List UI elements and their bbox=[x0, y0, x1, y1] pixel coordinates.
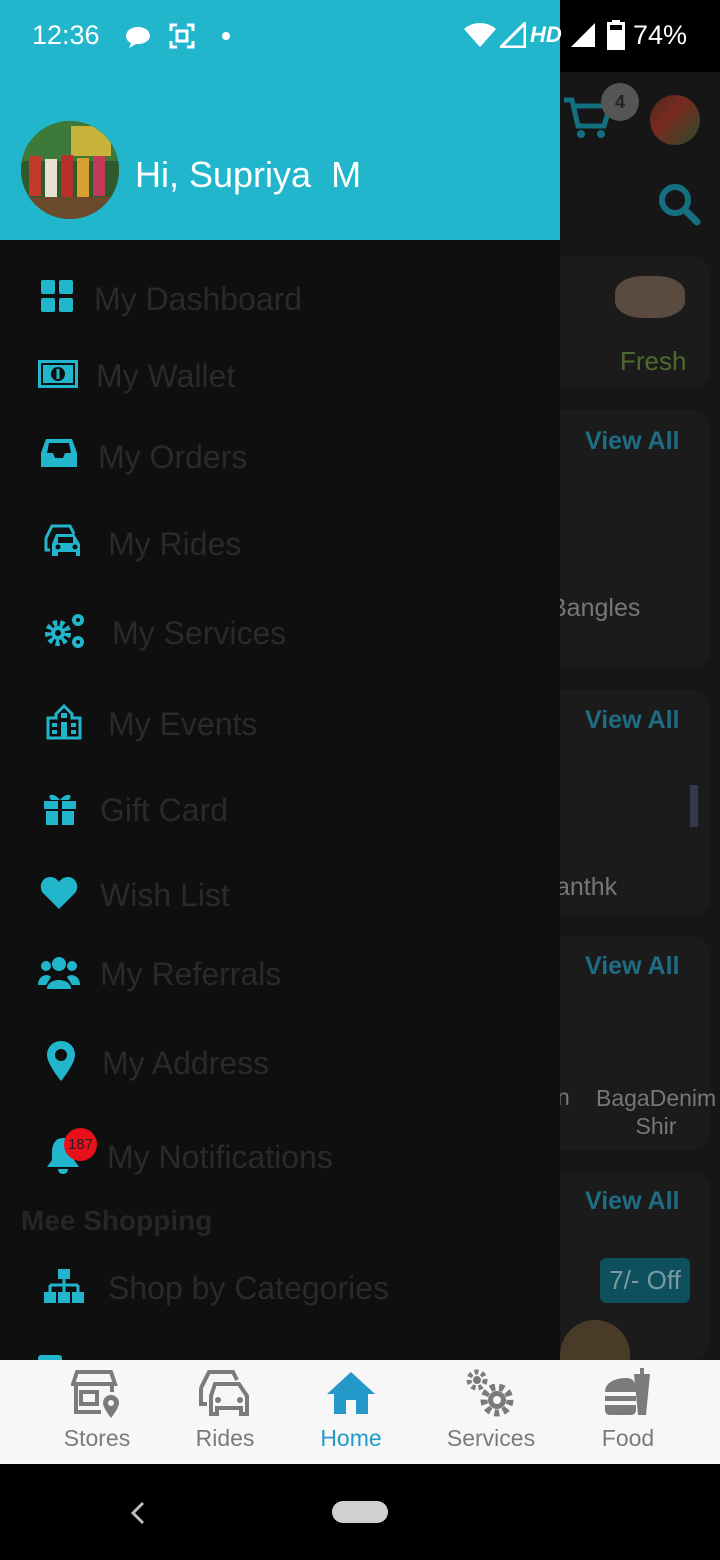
menu-item-wish-list[interactable]: Wish List bbox=[0, 860, 560, 930]
back-icon[interactable] bbox=[128, 1500, 148, 1526]
menu-item-shop-by-categories[interactable]: Shop by Categories bbox=[0, 1252, 560, 1322]
nav-label: Stores bbox=[63, 1425, 131, 1451]
cart-badge: 4 bbox=[601, 83, 639, 121]
nav-home[interactable]: Home bbox=[296, 1360, 406, 1464]
home-icon bbox=[327, 1372, 375, 1414]
signal-icon bbox=[500, 22, 526, 48]
building-icon bbox=[46, 704, 82, 740]
fresh-seafood-image bbox=[615, 276, 685, 318]
navigation-drawer: Hi, Supriya M My Dashboard My Wallet My … bbox=[0, 0, 560, 1360]
product-name: Bangles bbox=[550, 594, 641, 622]
view-all-link[interactable]: View All bbox=[585, 952, 679, 981]
nav-label: Food bbox=[601, 1425, 655, 1451]
menu-label: My Dashboard bbox=[94, 281, 303, 317]
drawer-header: Hi, Supriya M bbox=[0, 72, 560, 240]
menu-label: My Orders bbox=[98, 439, 248, 475]
screen: 4 Fresh View All Bangles View All anthk … bbox=[0, 0, 720, 1560]
user-avatar[interactable] bbox=[21, 121, 119, 219]
section-title-mee-shopping: Mee Shopping bbox=[21, 1205, 213, 1236]
menu-item-my-events[interactable]: My Events bbox=[0, 688, 560, 758]
battery-icon bbox=[607, 20, 625, 50]
user-greeting: Hi, Supriya M bbox=[135, 154, 362, 195]
food-icon bbox=[605, 1368, 650, 1415]
system-navigation-bar bbox=[0, 1464, 720, 1560]
menu-label: My Wallet bbox=[96, 358, 236, 394]
wifi-icon bbox=[464, 23, 496, 47]
car-icon bbox=[44, 524, 80, 556]
users-icon bbox=[38, 957, 80, 989]
menu-label: My Notifications bbox=[107, 1139, 333, 1175]
menu-item-gift-card[interactable]: Gift Card bbox=[0, 776, 560, 846]
sitemap-icon bbox=[44, 1269, 84, 1303]
product-thumbnail bbox=[690, 785, 698, 827]
gears-icon bbox=[45, 614, 84, 648]
dot-indicator bbox=[222, 32, 230, 40]
menu-label: Wish List bbox=[100, 877, 230, 913]
menu-label: My Address bbox=[102, 1045, 270, 1081]
nav-label: Home bbox=[320, 1425, 382, 1451]
menu-label: Gift Card bbox=[100, 792, 229, 828]
view-all-link[interactable]: View All bbox=[585, 706, 679, 735]
dashboard-icon bbox=[41, 280, 73, 312]
nav-label: Services bbox=[446, 1425, 536, 1451]
battery-level: 74% bbox=[633, 20, 688, 50]
car-icon bbox=[199, 1370, 249, 1416]
home-pill[interactable] bbox=[332, 1501, 388, 1523]
profile-avatar-small[interactable] bbox=[650, 95, 700, 145]
signal-icon bbox=[571, 23, 595, 47]
status-bar: 12:36 HD 74% bbox=[0, 0, 720, 72]
chat-icon bbox=[126, 27, 150, 48]
menu-item-my-rides[interactable]: My Rides bbox=[0, 508, 560, 578]
menu-item-my-wallet[interactable]: My Wallet bbox=[0, 342, 560, 412]
view-all-link[interactable]: View All bbox=[585, 427, 679, 456]
product-name: anthk bbox=[556, 873, 618, 901]
view-all-link[interactable]: View All bbox=[585, 1187, 679, 1216]
nav-food[interactable]: Food bbox=[573, 1360, 683, 1464]
network-type: HD bbox=[530, 22, 562, 47]
location-icon bbox=[47, 1041, 75, 1081]
nav-services[interactable]: Services bbox=[436, 1360, 546, 1464]
store-icon bbox=[71, 1370, 119, 1418]
menu-item-my-orders[interactable]: My Orders bbox=[0, 421, 560, 491]
menu-label: My Referrals bbox=[100, 956, 282, 992]
notification-count-badge: 187 bbox=[64, 1128, 97, 1161]
gift-icon bbox=[44, 794, 76, 825]
scan-icon bbox=[169, 23, 195, 49]
status-time: 12:36 bbox=[32, 20, 100, 50]
menu-label: My Services bbox=[112, 615, 287, 651]
search-icon[interactable] bbox=[657, 182, 701, 226]
inbox-icon bbox=[41, 439, 77, 467]
menu-label: My Rides bbox=[108, 526, 242, 562]
gears-icon bbox=[466, 1369, 514, 1417]
nav-stores[interactable]: Stores bbox=[42, 1360, 152, 1464]
nav-label: Rides bbox=[195, 1425, 255, 1451]
menu-label: My Events bbox=[108, 706, 258, 742]
product-name: BagaDenim Shir bbox=[596, 1085, 716, 1139]
menu-item-my-referrals[interactable]: My Referrals bbox=[0, 939, 560, 1009]
menu-item-my-dashboard[interactable]: My Dashboard bbox=[0, 265, 560, 335]
heart-icon bbox=[40, 877, 78, 909]
menu-item-my-address[interactable]: My Address bbox=[0, 1028, 560, 1098]
menu-item-my-services[interactable]: My Services bbox=[0, 597, 560, 667]
menu-label: Shop by Categories bbox=[108, 1270, 390, 1306]
fresh-label: Fresh bbox=[620, 346, 687, 376]
bottom-navigation: Stores Rides Home Services Food bbox=[0, 1360, 720, 1464]
offer-badge: 7/- Off bbox=[600, 1258, 690, 1303]
wallet-icon bbox=[38, 360, 78, 388]
nav-rides[interactable]: Rides bbox=[170, 1360, 280, 1464]
